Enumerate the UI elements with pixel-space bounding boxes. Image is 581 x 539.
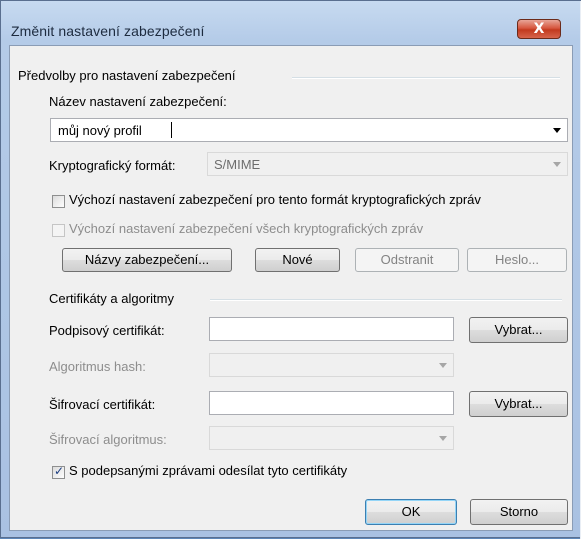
crypto-format-value: S/MIME	[214, 157, 261, 172]
chevron-down-icon	[439, 436, 447, 441]
security-labels-button[interactable]: Názvy zabezpečení...	[62, 248, 232, 272]
certs-group-title: Certifikáty a algoritmy	[49, 291, 174, 306]
checkmark-icon: ✓	[54, 464, 65, 478]
window-title: Změnit nastavení zabezpečení	[11, 23, 205, 39]
dialog-window: Změnit nastavení zabezpečení X Předvolby…	[0, 0, 581, 539]
chevron-down-icon	[553, 162, 561, 167]
ok-button[interactable]: OK	[365, 499, 457, 525]
crypto-format-select[interactable]: S/MIME	[207, 152, 568, 176]
default-for-format-label[interactable]: Výchozí nastavení zabezpečení pro tento …	[69, 192, 481, 207]
security-name-value: můj nový profil	[58, 123, 142, 138]
prefs-group-title: Předvolby pro nastavení zabezpečení	[18, 68, 236, 83]
send-certs-label[interactable]: S podepsanými zprávami odesílat tyto cer…	[69, 463, 347, 478]
default-for-format-checkbox[interactable]	[52, 195, 65, 208]
choose-encryption-cert-button[interactable]: Vybrat...	[469, 391, 568, 417]
title-bar[interactable]: Změnit nastavení zabezpečení X	[1, 1, 581, 45]
dialog-client-area: Předvolby pro nastavení zabezpečení Náze…	[9, 45, 573, 531]
chevron-down-icon	[439, 363, 447, 368]
text-cursor	[171, 122, 172, 138]
security-name-combobox[interactable]: můj nový profil	[50, 118, 568, 142]
group-divider	[210, 299, 562, 301]
delete-button[interactable]: Odstranit	[355, 248, 459, 272]
new-button[interactable]: Nové	[255, 248, 340, 272]
signing-cert-label: Podpisový certifikát:	[49, 323, 165, 338]
security-name-label: Název nastavení zabezpečení:	[49, 94, 227, 109]
close-icon: X	[533, 21, 545, 37]
cancel-button[interactable]: Storno	[470, 499, 568, 525]
hash-algo-label: Algoritmus hash:	[49, 359, 146, 374]
encryption-algo-label: Šifrovací algoritmus:	[49, 432, 167, 447]
encryption-algo-select[interactable]	[209, 426, 454, 450]
password-button[interactable]: Heslo...	[467, 248, 567, 272]
crypto-format-label: Kryptografický formát:	[49, 158, 176, 173]
close-button[interactable]: X	[517, 19, 561, 39]
group-divider	[292, 77, 560, 79]
default-for-all-checkbox[interactable]	[52, 224, 65, 237]
encryption-cert-field[interactable]	[209, 391, 454, 415]
default-for-all-label: Výchozí nastavení zabezpečení všech kryp…	[69, 221, 424, 236]
choose-signing-cert-button[interactable]: Vybrat...	[469, 317, 568, 343]
encryption-cert-label: Šifrovací certifikát:	[49, 397, 156, 412]
signing-cert-field[interactable]	[209, 317, 454, 341]
send-certs-checkbox[interactable]: ✓	[52, 464, 65, 479]
chevron-down-icon[interactable]	[553, 128, 561, 133]
hash-algo-select[interactable]	[209, 353, 454, 377]
